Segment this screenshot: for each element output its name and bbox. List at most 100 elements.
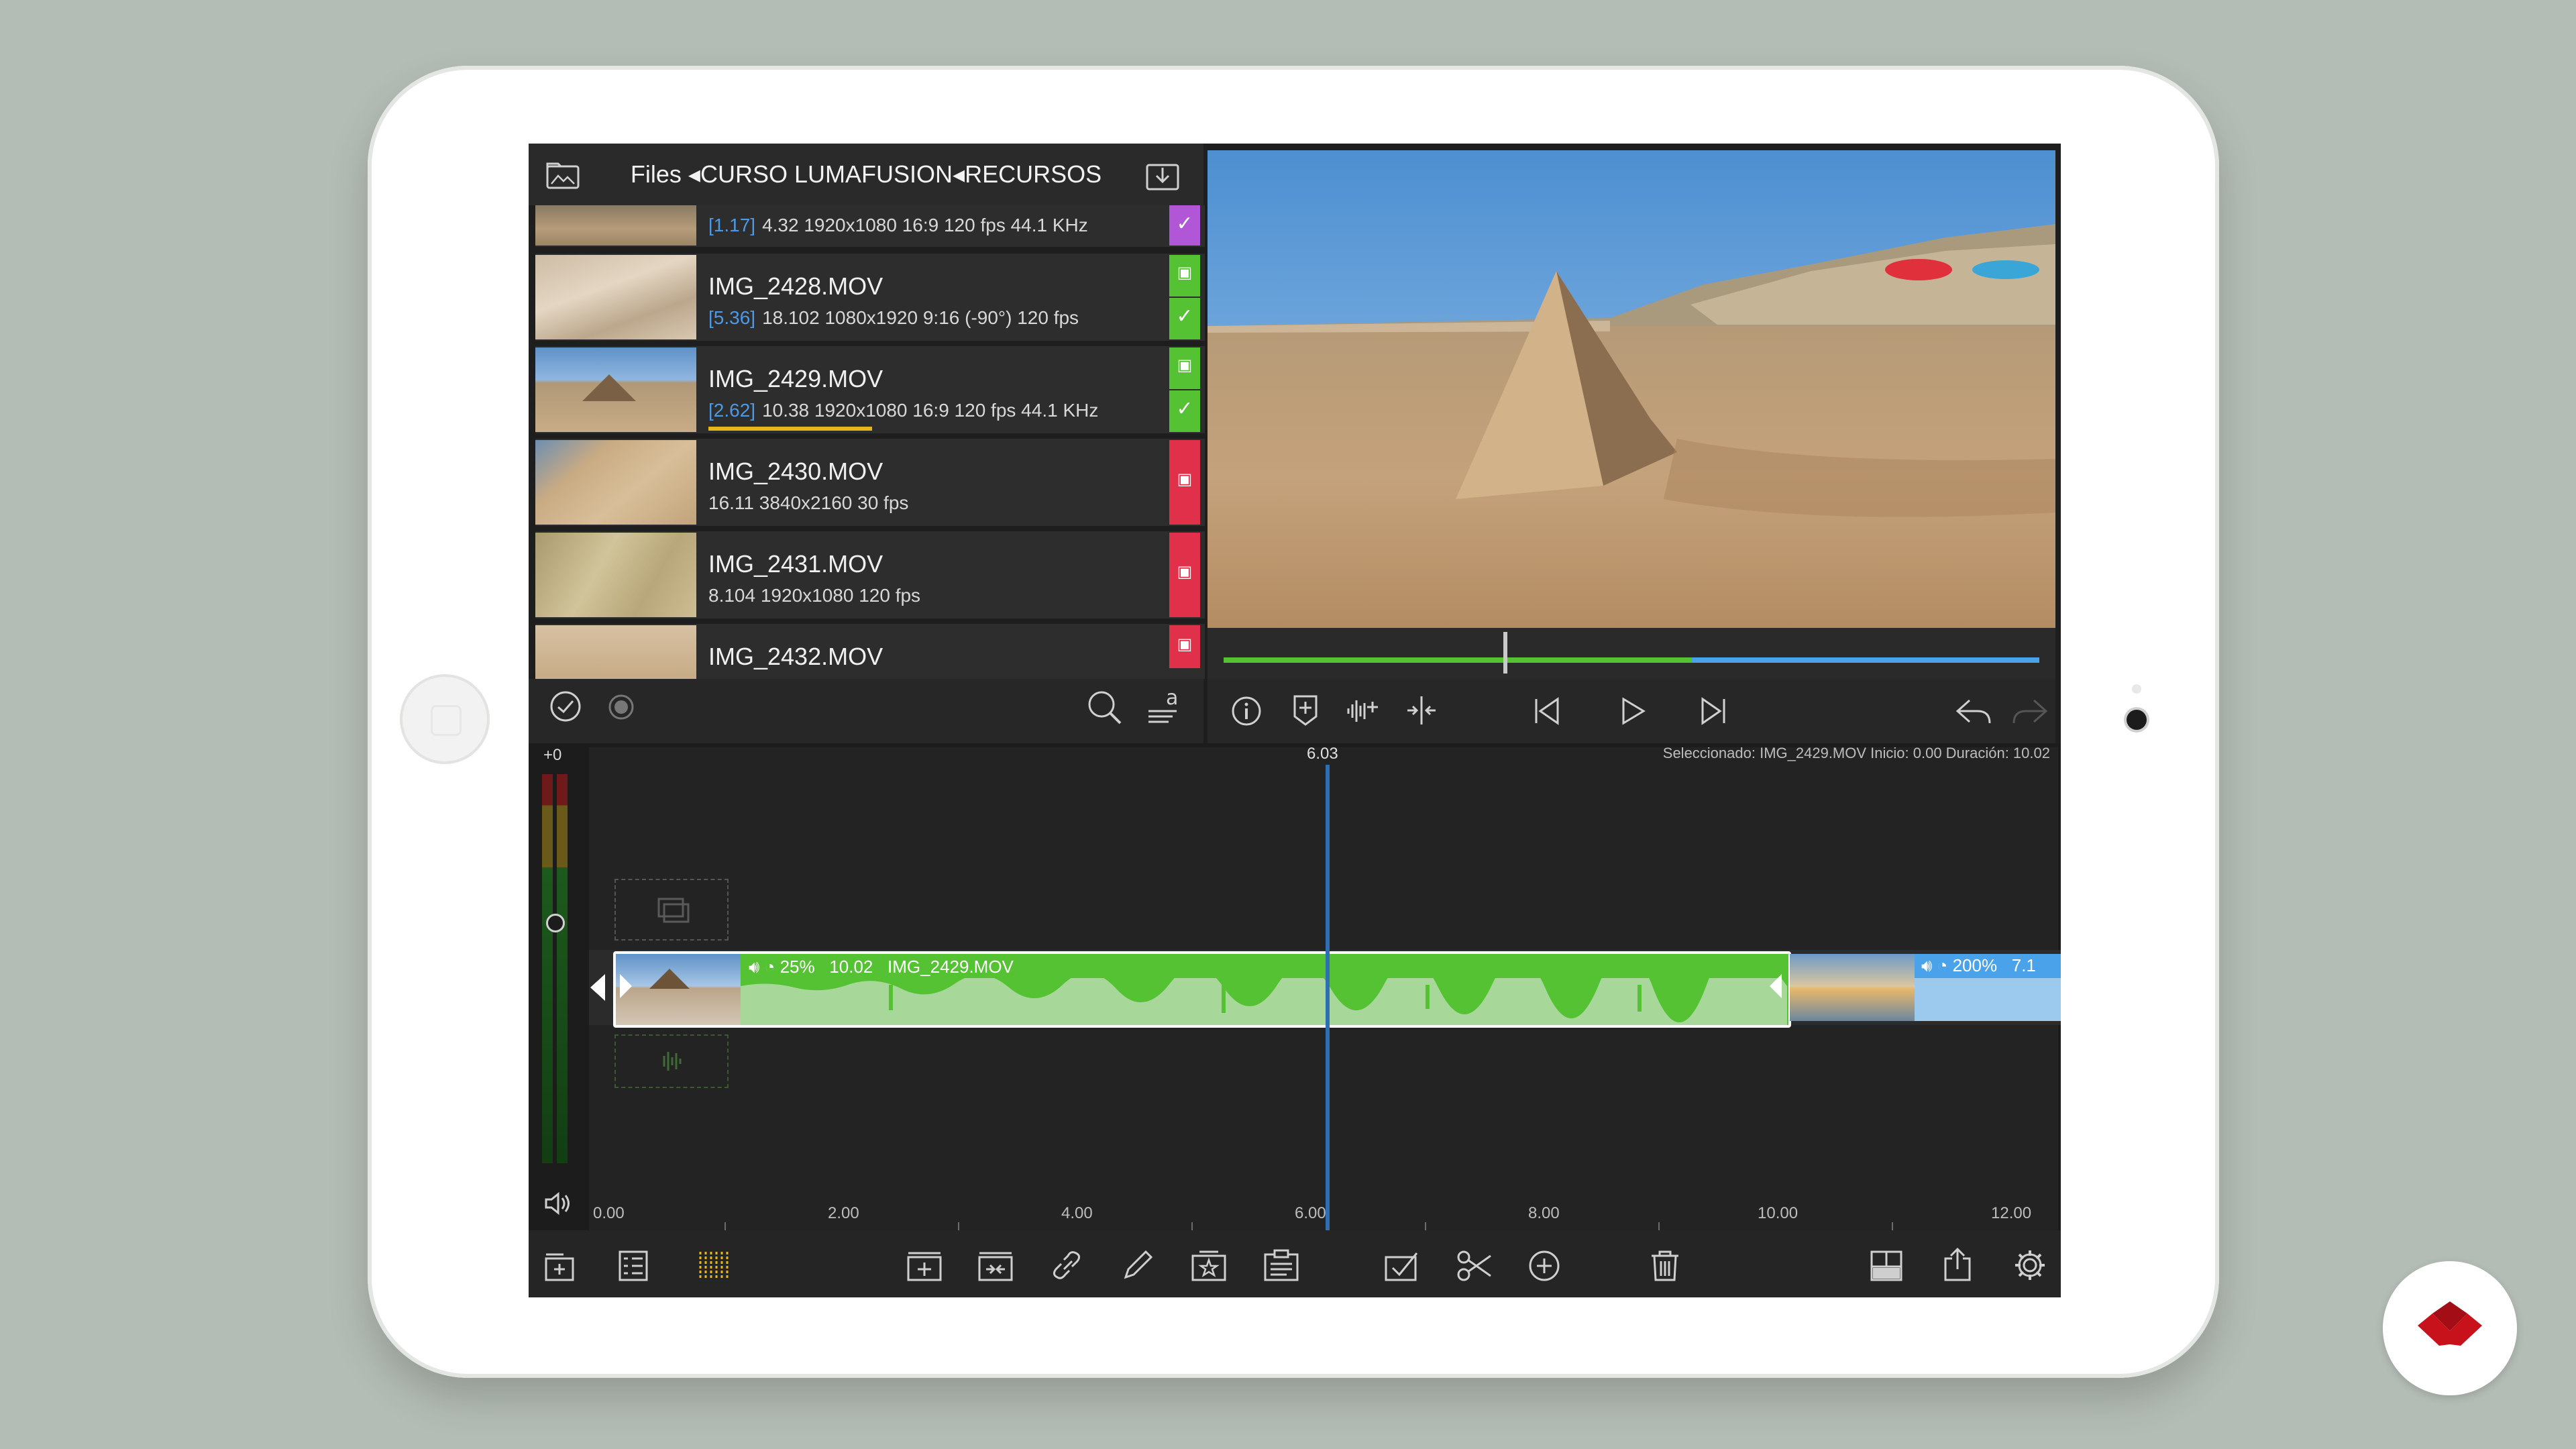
clip-label: 🔊︎ ◔ 25% 10.02 IMG_2429.MOV [749,957,1014,977]
list-item[interactable]: IMG_2431.MOV 8.104 1920x1080 120 fps ▣ [535,531,1205,619]
favorite-icon[interactable] [1190,1249,1228,1283]
clip-name: IMG_2430.MOV [708,458,883,485]
select-icon[interactable] [1383,1249,1421,1283]
checkmark-icon: ✓ [1176,305,1193,327]
share-icon[interactable] [1941,1246,1974,1283]
info-icon[interactable] [1230,695,1263,727]
scrubber-played [1224,657,1692,663]
film-icon: ▣ [1177,635,1193,653]
selection-info: Seleccionado: IMG_2429.MOV Inicio: 0.00 … [1662,745,2050,761]
clip-thumbnail [535,205,696,246]
clip-status-badge: ▣ [1169,533,1200,617]
playhead-time: 6.03 [1307,745,1338,763]
clipboard-icon[interactable] [1263,1249,1300,1283]
next-frame-icon[interactable] [1697,695,1729,727]
previous-frame-icon[interactable] [1531,695,1563,727]
svg-text:a: a [1166,687,1178,710]
timeline-clip-selected[interactable]: 🔊︎ ◔ 25% 10.02 IMG_2429.MOV [613,951,1791,1028]
list-item[interactable]: IMG_2429.MOV [2.62] 10.38 1920x1080 16:9 … [535,346,1205,433]
ruler-label: 4.00 [1061,1204,1093,1222]
add-track-icon[interactable] [543,1249,576,1283]
settings-icon[interactable] [2012,1248,2047,1283]
speaker-icon: 🔊︎ [749,957,760,977]
ruler-label: 2.00 [828,1204,859,1222]
library-path-breadcrumb[interactable]: Files ◂CURSO LUMAFUSION◂RECURSOS [529,144,1203,205]
clip-meta: [2.62] 10.38 1920x1080 16:9 120 fps 44.1 … [708,400,1099,421]
undo-icon[interactable] [1955,696,1992,726]
clip-name: IMG_2431.MOV [708,550,883,578]
ruler-label: 8.00 [1528,1204,1560,1222]
ruler-label: 12.00 [1991,1204,2032,1222]
list-item[interactable]: [1.17] 4.32 1920x1080 16:9 120 fps 44.1 K… [535,205,1205,247]
clip-thumbnail [535,625,696,679]
clip-status-badge: ✓ [1169,205,1200,246]
clip-thumbnail [535,347,696,432]
timeline-playhead[interactable] [1326,765,1330,1230]
clip-meta: 16.11 3840x2160 30 fps [708,492,909,513]
scrubber-bar[interactable] [1208,628,2055,679]
ruler-label: 10.00 [1758,1204,1799,1222]
volume-label: +0 [543,746,562,764]
record-dot-icon[interactable] [608,694,635,720]
audio-waveform [741,954,1787,1025]
video-preview[interactable] [1208,150,2055,628]
clip-thumbnail [616,954,741,1025]
clip-thumbnail [535,533,696,617]
list-item[interactable]: IMG_2430.MOV 16.11 3840x2160 30 fps ▣ [535,439,1205,526]
overwrite-icon[interactable] [977,1249,1014,1283]
link-icon[interactable] [1049,1249,1084,1283]
clip-meta: [5.36] 18.102 1080x1920 9:16 (-90°) 120 f… [708,307,1079,328]
timeline-view-icon[interactable] [696,1249,731,1283]
clip-name: IMG_2428.MOV [708,272,883,300]
trim-left-icon[interactable] [590,974,605,1001]
clip-thumbnail [535,255,696,339]
add-icon[interactable] [1527,1249,1562,1283]
speed-icon: ◔ [764,957,775,977]
film-icon: ▣ [1177,563,1193,581]
check-circle-icon[interactable] [549,690,582,723]
title-track-placeholder[interactable] [614,879,729,941]
sort-text-icon[interactable]: a [1146,686,1183,727]
clip-thumbnail [1790,954,1915,1021]
clip-thumbnail [535,440,696,525]
usage-indicator-bar [708,427,872,431]
film-icon: ▣ [1177,470,1193,488]
add-marker-icon[interactable] [1291,694,1320,727]
play-icon[interactable] [1617,695,1649,727]
scrubber-remaining [1692,657,2039,663]
ruler-label: 0.00 [593,1204,625,1222]
film-icon: ▣ [1177,356,1193,374]
film-icon: ▣ [1177,264,1193,282]
trash-icon[interactable] [1649,1249,1681,1283]
home-button[interactable] [400,674,490,764]
split-icon[interactable] [1405,694,1438,727]
audio-track-placeholder[interactable] [614,1034,729,1088]
scrubber-playhead[interactable] [1503,632,1507,674]
camera-icon [2127,710,2147,730]
audio-split-icon[interactable] [1346,695,1383,727]
app-screen: Files ◂CURSO LUMAFUSION◂RECURSOS [1.17] 4… [529,144,2061,1297]
cut-icon[interactable] [1456,1249,1493,1283]
list-item[interactable]: IMG_2432.MOV ▣ [535,624,1205,679]
speaker-icon[interactable] [543,1190,573,1217]
trim-left-handle-icon[interactable] [620,974,632,998]
list-view-icon[interactable] [617,1249,649,1283]
volume-knob[interactable] [546,914,565,932]
speed-icon: ◔ [1937,955,1948,975]
checkmark-icon: ✓ [1176,398,1193,420]
clip-status-badge: ▣ [1169,440,1200,525]
search-icon[interactable] [1085,688,1123,726]
timeline-clip[interactable]: 🔊︎ ◔ 200% 7.1 [1790,954,2061,1021]
redo-icon [2011,696,2049,726]
pencil-icon[interactable] [1120,1249,1155,1283]
import-icon[interactable] [1146,161,1179,191]
clip-name: IMG_2429.MOV [708,365,883,392]
trim-right-handle-icon[interactable] [1770,974,1782,998]
layout-icon[interactable] [1869,1249,1904,1283]
audio-meter [542,774,569,1163]
list-item[interactable]: IMG_2428.MOV [5.36] 18.102 1080x1920 9:16… [535,254,1205,341]
clip-status-badge: ▣ [1169,625,1200,679]
speaker-icon: 🔊︎ [1921,955,1933,975]
audio-waveform [1915,978,2061,1021]
insert-icon[interactable] [906,1249,943,1283]
